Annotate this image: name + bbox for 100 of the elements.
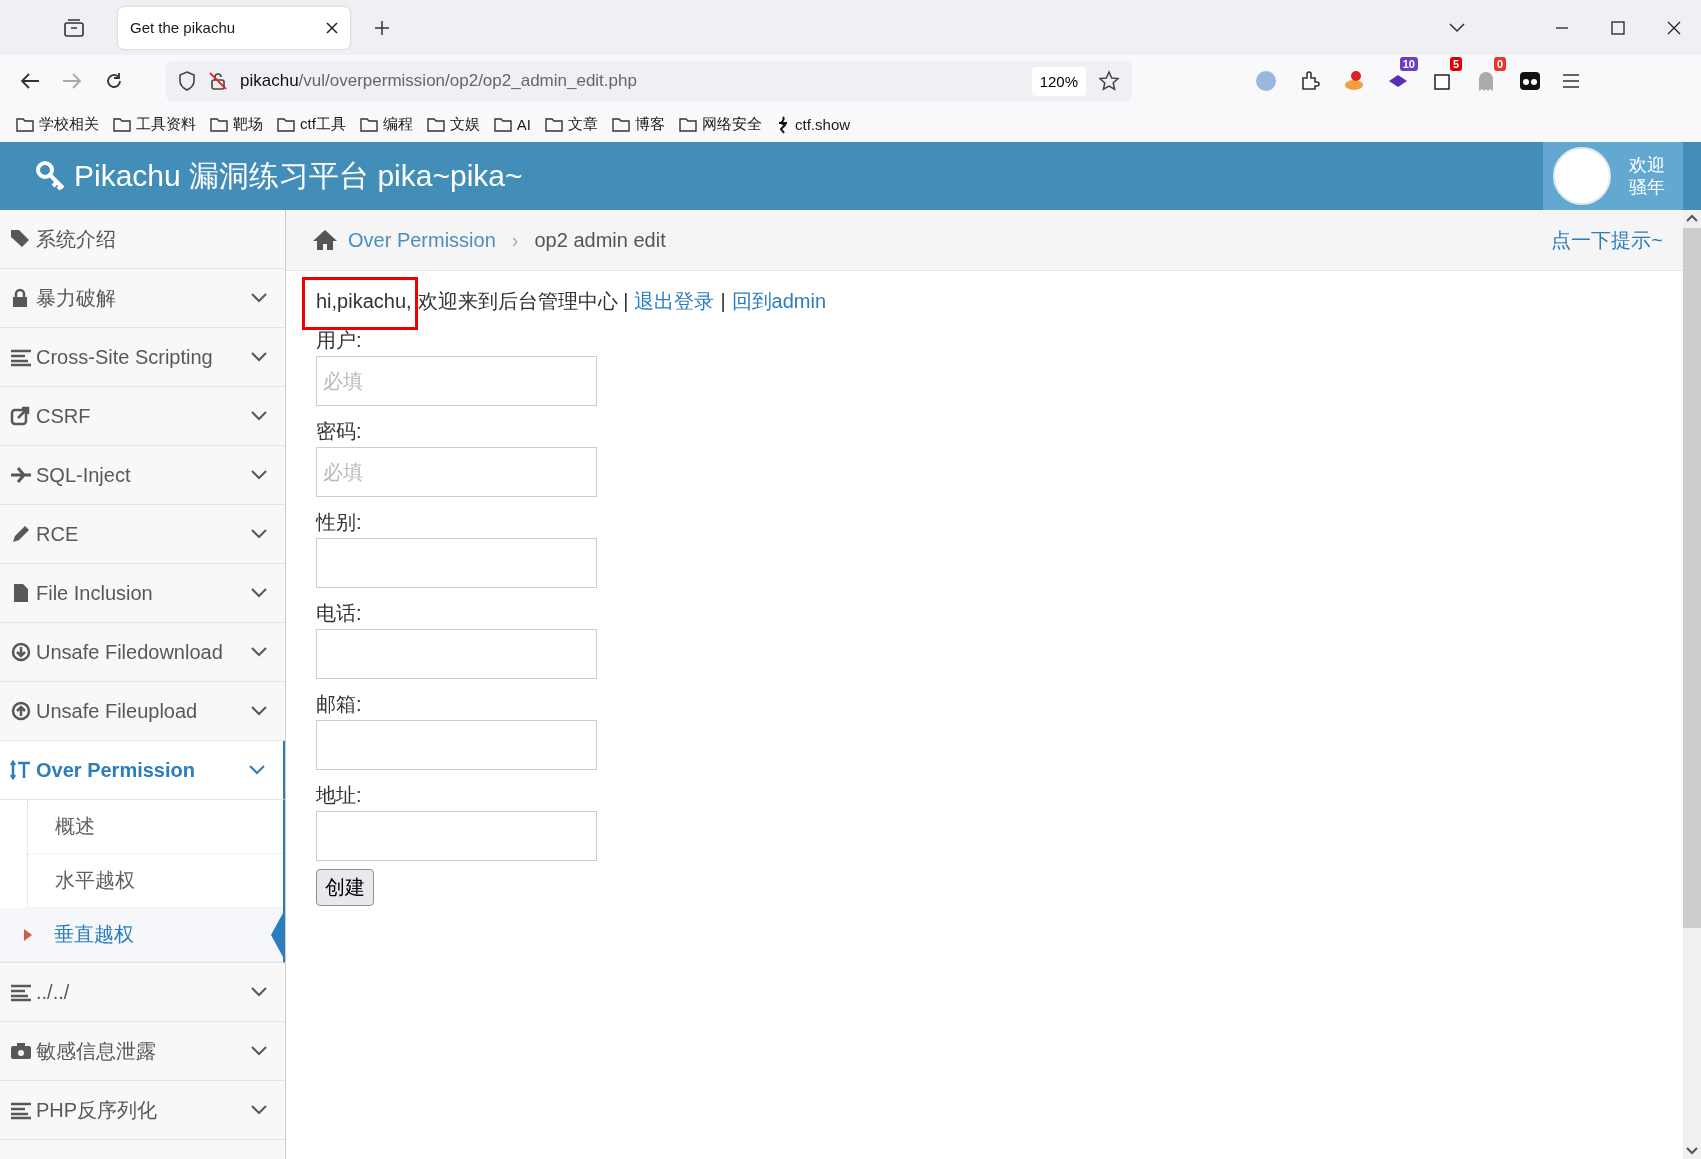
- back-to-admin-link[interactable]: 回到admin: [731, 287, 827, 315]
- chevron-down-icon[interactable]: [1449, 22, 1465, 33]
- new-tab-icon[interactable]: [374, 19, 390, 36]
- avatar: [1553, 147, 1611, 205]
- field-label: 用户:: [316, 328, 362, 352]
- close-icon[interactable]: [326, 21, 338, 34]
- create-button[interactable]: 创建: [316, 869, 374, 906]
- bookmark[interactable]: 编程: [359, 115, 413, 134]
- sidebar-item[interactable]: 敏感信息泄露: [0, 1022, 285, 1081]
- folder-icon: [277, 117, 295, 132]
- chevron-down-icon[interactable]: [251, 470, 267, 480]
- chevron-down-icon[interactable]: [251, 647, 267, 657]
- bookmark[interactable]: ctf.show: [776, 115, 851, 134]
- sidebar-item[interactable]: Over Permission: [0, 741, 285, 800]
- folder-icon: [210, 117, 228, 132]
- mask-icon[interactable]: [1518, 69, 1542, 93]
- reload-icon[interactable]: [104, 71, 124, 91]
- logout-link[interactable]: 退出登录: [634, 287, 715, 315]
- bookmark[interactable]: AI: [493, 116, 532, 133]
- bookmark[interactable]: 文娱: [426, 115, 480, 134]
- bookmark[interactable]: ctf工具: [277, 115, 346, 134]
- chevron-down-icon[interactable]: [251, 293, 267, 303]
- submenu-item[interactable]: 概述: [27, 800, 283, 854]
- bookmark[interactable]: 网络安全: [679, 115, 763, 134]
- folder-icon: [612, 117, 631, 132]
- sidebar-item[interactable]: SQL-Inject: [0, 446, 285, 505]
- chevron-down-icon[interactable]: [251, 706, 267, 716]
- upload-icon: [10, 701, 32, 721]
- field-label: 地址:: [316, 783, 362, 807]
- home-icon[interactable]: [312, 229, 338, 251]
- bookmark[interactable]: 工具资料: [113, 115, 196, 134]
- tag-icon: [10, 229, 32, 249]
- scrollbar[interactable]: [1683, 210, 1701, 1159]
- sidebar-item[interactable]: PHP反序列化: [0, 1081, 285, 1140]
- folder-icon: [113, 117, 131, 132]
- input-field[interactable]: [316, 720, 597, 770]
- greeting-text: 欢迎来到后台管理中心 |: [417, 288, 629, 314]
- back-arrow-icon[interactable]: [20, 72, 40, 90]
- tab-list-icon[interactable]: [64, 18, 84, 37]
- sidebar-item[interactable]: 暴力破解: [0, 269, 285, 328]
- welcome-text: 欢迎: [1629, 154, 1665, 176]
- address-bar[interactable]: pikachu/vul/overpermission/op2/op2_admin_edit.php 120%: [166, 61, 1132, 101]
- site-title[interactable]: Pikachu 漏洞练习平台 pika~pika~: [36, 155, 523, 197]
- bookmark[interactable]: 学校相关: [16, 115, 99, 134]
- list-icon: [10, 347, 32, 367]
- camera-icon: [10, 1041, 32, 1061]
- field-label: 电话:: [316, 601, 362, 625]
- input-field[interactable]: 必填: [316, 447, 597, 497]
- chevron-down-icon[interactable]: [251, 411, 267, 421]
- sidebar-item[interactable]: Unsafe Filedownload: [0, 623, 285, 682]
- sidebar-item[interactable]: RCE: [0, 505, 285, 564]
- url-text[interactable]: pikachu/vul/overpermission/op2/op2_admin_edit.php: [240, 71, 637, 91]
- plane-icon: [10, 465, 32, 485]
- notification-badge: 5: [1449, 57, 1462, 71]
- sidebar-item[interactable]: CSRF: [0, 387, 285, 446]
- folder-icon: [16, 117, 34, 132]
- folder-icon: [545, 117, 564, 132]
- sidebar-item[interactable]: ../../: [0, 963, 285, 1022]
- link-separator: |: [720, 289, 726, 313]
- notification-badge: 10: [1399, 57, 1418, 71]
- sidebar-item[interactable]: File Inclusion: [0, 564, 285, 623]
- shield-icon[interactable]: [178, 71, 196, 91]
- submenu-item[interactable]: 垂直越权: [0, 908, 283, 962]
- chevron-down-icon[interactable]: [251, 352, 267, 362]
- scroll-down-icon[interactable]: [1686, 1147, 1698, 1155]
- input-field[interactable]: [316, 629, 597, 679]
- field-label: 性别:: [316, 510, 362, 534]
- bookmark[interactable]: 靶场: [210, 115, 263, 134]
- folder-icon: [359, 117, 378, 132]
- greeting-name: hi,pikachu,: [316, 289, 412, 313]
- close-icon[interactable]: [1667, 20, 1681, 35]
- sidebar-item[interactable]: Cross-Site Scripting: [0, 328, 285, 387]
- insecure-lock-icon[interactable]: [208, 71, 228, 91]
- maximize-icon[interactable]: [1611, 20, 1625, 35]
- caret-icon: [24, 929, 32, 941]
- bookmark[interactable]: 文章: [545, 115, 599, 134]
- folder-icon: [426, 117, 445, 132]
- key-icon: [36, 161, 66, 191]
- scroll-up-icon[interactable]: [1686, 214, 1698, 222]
- chevron-down-icon[interactable]: [251, 1046, 267, 1056]
- breadcrumb-current: op2 admin edit: [534, 228, 666, 252]
- chevron-down-icon[interactable]: [251, 529, 267, 539]
- pencil-icon: [10, 524, 32, 544]
- browser-tab[interactable]: Get the pikachu: [118, 6, 350, 49]
- zoom-level[interactable]: 120%: [1031, 66, 1086, 96]
- field-label: 邮箱:: [316, 692, 362, 716]
- star-icon[interactable]: [1098, 70, 1120, 92]
- chevron-down-icon[interactable]: [251, 1105, 267, 1115]
- chevron-down-icon[interactable]: [251, 588, 267, 598]
- input-field[interactable]: [316, 811, 597, 861]
- hint-link[interactable]: 点一下提示~: [1551, 226, 1663, 254]
- input-field[interactable]: 必填: [316, 356, 597, 406]
- bookmark[interactable]: 博客: [612, 115, 666, 134]
- input-field[interactable]: [316, 538, 597, 588]
- folder-icon: [679, 117, 698, 132]
- chevron-down-icon[interactable]: [251, 987, 267, 997]
- sidebar-item[interactable]: 系统介绍: [0, 210, 285, 269]
- user-name: 骚年: [1629, 176, 1665, 198]
- breadcrumb-separator: ›: [511, 228, 519, 252]
- menu-icon[interactable]: [1562, 73, 1580, 89]
